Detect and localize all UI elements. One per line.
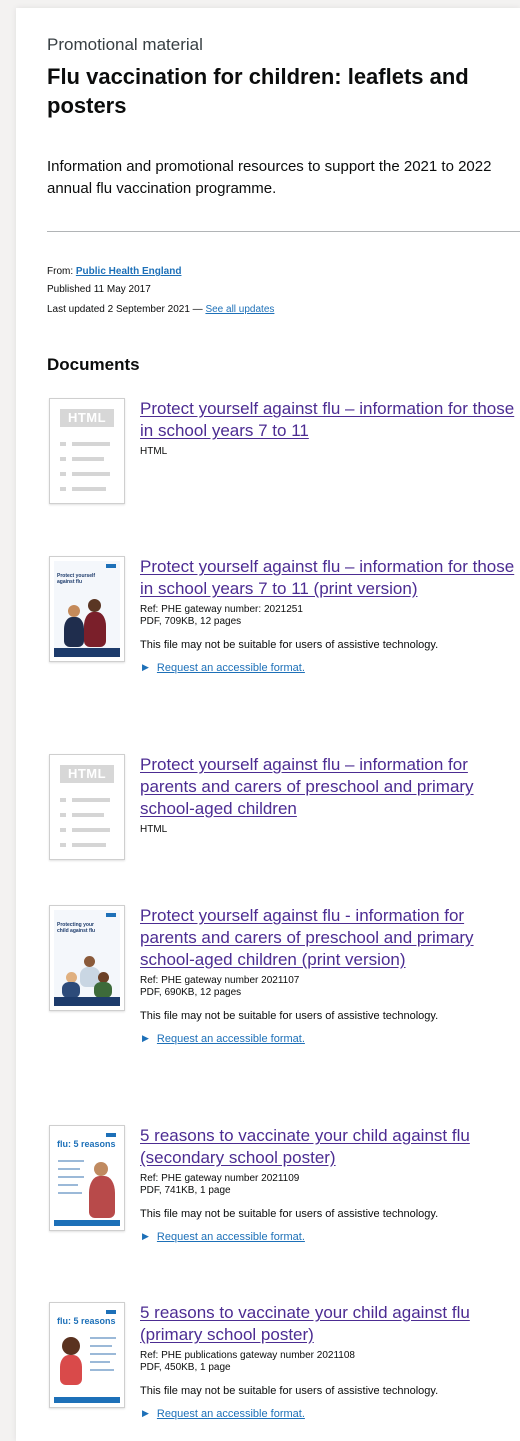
person-icon <box>68 605 80 617</box>
request-accessible-format[interactable]: ▶ Request an accessible format. <box>140 1229 520 1244</box>
disclosure-triangle-icon: ▶ <box>142 1033 149 1043</box>
see-all-updates-link[interactable]: See all updates <box>205 304 274 315</box>
cover-image: flu: 5 reasons <box>54 1130 120 1226</box>
document-format: PDF, 690KB, 12 pages <box>140 987 242 998</box>
updated-date: Last updated 2 September 2021 — <box>47 304 203 315</box>
nhs-logo-icon <box>106 1133 116 1137</box>
page-caption: Promotional material <box>47 35 203 54</box>
document-format: HTML <box>140 446 168 457</box>
divider <box>47 231 520 232</box>
html-label: HTML <box>60 765 114 783</box>
request-accessible-format[interactable]: ▶ Request an accessible format. <box>140 1031 520 1046</box>
document-format: PDF, 450KB, 1 page <box>140 1362 231 1373</box>
documents-heading: Documents <box>47 355 140 374</box>
published-date: Published 11 May 2017 <box>47 284 151 295</box>
document-details: Protect yourself against flu – informati… <box>140 754 520 836</box>
document-cover-thumbnail[interactable]: Protect yourself against flu <box>49 556 125 662</box>
document-details: Protect yourself against flu – informati… <box>140 556 520 675</box>
person-icon <box>88 599 101 612</box>
document-title-link[interactable]: Protect yourself against flu – informati… <box>140 556 520 600</box>
cover-image: Protecting your child against flu <box>54 910 120 1006</box>
request-accessible-format-link[interactable]: Request an accessible format. <box>157 1231 305 1243</box>
document-details: Protect yourself against flu - informati… <box>140 905 520 1046</box>
document-title-link[interactable]: 5 reasons to vaccinate your child agains… <box>140 1302 520 1346</box>
from-line: From: Public Health England <box>47 265 181 278</box>
nhs-logo-icon <box>106 564 116 568</box>
disclosure-triangle-icon: ▶ <box>142 1231 149 1241</box>
nhs-logo-icon <box>106 913 116 917</box>
person-icon <box>84 956 95 967</box>
cover-title: Protecting your child against flu <box>57 922 96 934</box>
person-icon <box>62 1337 80 1355</box>
page-description: Information and promotional resources to… <box>47 158 492 197</box>
accessibility-notice: This file may not be suitable for users … <box>140 1385 439 1397</box>
request-accessible-format[interactable]: ▶ Request an accessible format. <box>140 660 520 675</box>
accessibility-notice: This file may not be suitable for users … <box>140 639 439 651</box>
nhs-logo-icon <box>106 1310 116 1314</box>
document-reference: Ref: PHE gateway number: 2021251 <box>140 604 303 615</box>
request-accessible-format-link[interactable]: Request an accessible format. <box>157 1408 305 1420</box>
document-cover-thumbnail[interactable]: Protecting your child against flu <box>49 905 125 1011</box>
document-format: HTML <box>140 824 168 835</box>
document-details: 5 reasons to vaccinate your child agains… <box>140 1302 520 1421</box>
document-cover-thumbnail[interactable]: flu: 5 reasons <box>49 1302 125 1408</box>
document-title-link[interactable]: 5 reasons to vaccinate your child agains… <box>140 1125 520 1169</box>
document-details: Protect yourself against flu – informati… <box>140 398 520 458</box>
updated-line: Last updated 2 September 2021 — See all … <box>47 303 274 316</box>
person-icon <box>94 1162 108 1176</box>
request-accessible-format-link[interactable]: Request an accessible format. <box>157 1033 305 1045</box>
document-reference: Ref: PHE gateway number 2021107 <box>140 975 300 986</box>
document-title-link[interactable]: Protect yourself against flu – informati… <box>140 754 520 820</box>
cover-image: flu: 5 reasons <box>54 1307 120 1403</box>
document-cover-thumbnail[interactable]: flu: 5 reasons <box>49 1125 125 1231</box>
html-thumbnail[interactable]: HTML <box>49 754 125 860</box>
from-label: From: <box>47 266 74 277</box>
page-title: Flu vaccination for children: leaflets a… <box>47 64 469 118</box>
page-card: Promotional material Flu vaccination for… <box>16 8 520 1441</box>
accessibility-notice: This file may not be suitable for users … <box>140 1010 439 1022</box>
disclosure-triangle-icon: ▶ <box>142 662 149 672</box>
cover-title: flu: 5 reasons <box>57 1139 116 1149</box>
cover-image: Protect yourself against flu <box>54 561 120 657</box>
document-format: PDF, 709KB, 12 pages <box>140 616 242 627</box>
document-title-link[interactable]: Protect yourself against flu - informati… <box>140 905 520 971</box>
html-thumbnail[interactable]: HTML <box>49 398 125 504</box>
accessibility-notice: This file may not be suitable for users … <box>140 1208 439 1220</box>
cover-title: flu: 5 reasons <box>57 1316 116 1326</box>
organisation-link[interactable]: Public Health England <box>76 266 182 277</box>
disclosure-triangle-icon: ▶ <box>142 1408 149 1418</box>
document-format: PDF, 741KB, 1 page <box>140 1185 231 1196</box>
document-reference: Ref: PHE gateway number 2021109 <box>140 1173 300 1184</box>
document-reference: Ref: PHE publications gateway number 202… <box>140 1350 355 1361</box>
document-title-link[interactable]: Protect yourself against flu – informati… <box>140 398 520 442</box>
document-details: 5 reasons to vaccinate your child agains… <box>140 1125 520 1244</box>
cover-title: Protect yourself against flu <box>57 573 96 585</box>
request-accessible-format[interactable]: ▶ Request an accessible format. <box>140 1406 520 1421</box>
request-accessible-format-link[interactable]: Request an accessible format. <box>157 662 305 674</box>
html-label: HTML <box>60 409 114 427</box>
